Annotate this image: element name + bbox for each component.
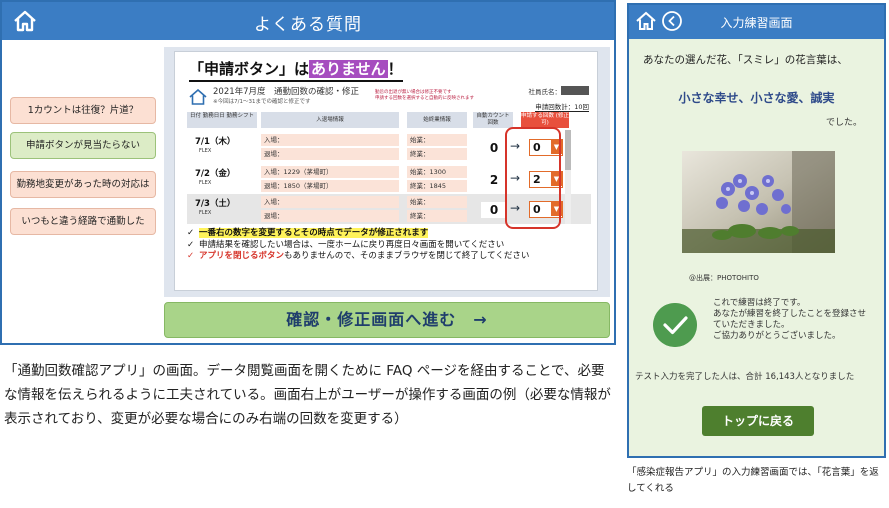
mini-note: 勤怠の出退が無い場合は修正不要です 申請する回数を選択すると自動的に反映されます xyxy=(375,90,474,101)
auto-count: 0 xyxy=(481,202,507,218)
violet-photo xyxy=(682,151,835,253)
note-item: ✓ 一番右の数字を変更するとその時点でデータが修正されます xyxy=(187,228,429,238)
row-shift: FLEX xyxy=(199,210,212,216)
table-header-entry: 入退場情報 xyxy=(261,112,399,128)
phone-header: 入力練習画面 xyxy=(629,5,884,39)
faq-body: 1カウントは往復？片道？ 申請ボタンが見当たらない 勤務地変更があった時の対応は… xyxy=(2,40,614,343)
photo-credit: @出展：PHOTOHITO xyxy=(689,274,759,282)
scrollbar-thumb[interactable] xyxy=(565,130,571,170)
row-date: 7/1（木） xyxy=(195,137,236,147)
notes-list: ✓ 一番右の数字を変更するとその時点でデータが修正されます ✓ 申請結果を確認したい… xyxy=(187,228,529,263)
exit-cell: 退場： xyxy=(261,148,399,160)
flower-intro: あなたの選んだ花、「スミレ」の花言葉は、 xyxy=(643,54,848,66)
start-cell: 始業：1300 xyxy=(407,166,467,178)
answer-sheet: 「申請ボタン」は ありません！ 2021年7月度 通勤回数の確認・修正 ※今回は7… xyxy=(174,51,598,291)
row-shift: FLEX xyxy=(199,180,212,186)
entry-cell: 入場：1229（茅場町） xyxy=(261,166,399,178)
mini-title: 2021年7月度 通勤回数の確認・修正 xyxy=(213,87,360,97)
faq-title: よくある質問 xyxy=(254,15,362,35)
faq-header: よくある質問 xyxy=(2,2,614,40)
exit-cell: 退場： xyxy=(261,210,399,222)
table-header-auto-count: 自動カウント 回数 xyxy=(473,112,513,128)
entry-cell: 入場： xyxy=(261,196,399,208)
flower-suffix: でした。 xyxy=(825,118,862,128)
proceed-button[interactable]: 確認・修正画面へ進む → xyxy=(164,302,610,338)
faq-button-roundtrip[interactable]: 1カウントは往復？片道？ xyxy=(10,97,156,124)
start-cell: 始業： xyxy=(407,134,467,146)
employee-label: 社員氏名： xyxy=(528,88,562,96)
back-to-top-button[interactable]: トップに戻る xyxy=(702,406,814,436)
start-cell: 始業： xyxy=(407,196,467,208)
auto-count: 2 xyxy=(481,172,507,188)
application-count: 申請回数計：10回 xyxy=(535,103,589,112)
row-date: 7/3（土） xyxy=(195,199,236,209)
table-header-apply-count: 申請する回数 (修正可) xyxy=(521,112,569,128)
scrollbar[interactable] xyxy=(565,130,571,224)
table-header-work: 始終業情報 xyxy=(407,112,467,128)
faq-button-workplace-change[interactable]: 勤務地変更があった時の対応は xyxy=(10,171,156,198)
phone-title: 入力練習画面 xyxy=(720,16,793,30)
faq-screenshot: よくある質問 1カウントは往復？片道？ 申請ボタンが見当たらない 勤務地変更があ… xyxy=(0,0,616,345)
check-icon xyxy=(653,303,697,347)
end-cell: 終業： xyxy=(407,148,467,160)
completion-message: これで練習は終了です。 あなたが練習を終了したことを登録させていただきました。 … xyxy=(713,298,867,341)
flower-words: 小さな幸せ、小さな愛、誠実 xyxy=(678,91,835,105)
caption-right: 「感染症報告アプリ」の入力練習画面では、「花言葉」を返してくれる xyxy=(627,467,879,494)
home-icon xyxy=(189,89,207,105)
note-item: ✓ アプリを閉じるボタンもありませんので、そのままブラウザを閉じて終了してください xyxy=(187,251,530,261)
end-cell: 終業：1845 xyxy=(407,180,467,192)
note-item: ✓ 申請結果を確認したい場合は、一度ホームに戻り再度日々画面を開いてください xyxy=(187,239,505,250)
auto-count: 0 xyxy=(481,140,507,156)
row-shift: FLEX xyxy=(199,148,212,154)
phone-body: あなたの選んだ花、「スミレ」の花言葉は、 小さな幸せ、小さな愛、誠実 でした。 xyxy=(629,39,884,456)
phone-screenshot: 入力練習画面 あなたの選んだ花、「スミレ」の花言葉は、 小さな幸せ、小さな愛、誠… xyxy=(627,3,886,458)
end-cell: 終業： xyxy=(407,210,467,222)
employee-name-box xyxy=(561,86,589,95)
completion-count: テスト入力を完了した人は、合計 16,143人となりました xyxy=(635,372,855,382)
row-date: 7/2（金） xyxy=(195,169,236,179)
table-header-date: 日付 勤務日日 勤務シフト xyxy=(187,112,257,128)
answer-heading: 「申請ボタン」は ありません！ xyxy=(189,58,403,82)
exit-cell: 退場：1850（茅場町） xyxy=(261,180,399,192)
faq-button-different-route[interactable]: いつもと違う経路で通勤した xyxy=(10,208,156,235)
entry-cell: 入場： xyxy=(261,134,399,146)
mini-subtitle: ※今回は7/1～31までの確認と修正です xyxy=(213,99,311,105)
highlight-frame xyxy=(505,127,561,229)
caption-left: 「通勤回数確認アプリ」の画面。データ閲覧画面を開くために FAQ ページを経由す… xyxy=(4,363,611,427)
faq-button-apply-missing[interactable]: 申請ボタンが見当たらない xyxy=(10,132,156,159)
answer-preview: 「申請ボタン」は ありません！ 2021年7月度 通勤回数の確認・修正 ※今回は7… xyxy=(164,47,610,297)
